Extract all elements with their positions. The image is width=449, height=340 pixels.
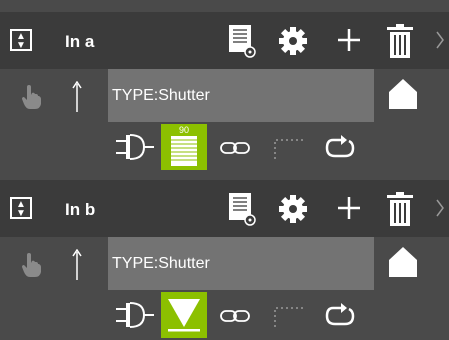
dashed-connector-icon[interactable]	[272, 302, 308, 328]
unit-action-row	[0, 292, 449, 340]
trash-icon[interactable]	[386, 192, 414, 226]
link-icon[interactable]	[220, 309, 250, 323]
touch-hand-icon[interactable]	[20, 84, 42, 110]
refresh-icon[interactable]	[325, 303, 355, 329]
home-icon[interactable]	[388, 246, 418, 278]
link-icon[interactable]	[220, 141, 250, 155]
dashed-connector-icon[interactable]	[272, 134, 308, 160]
arrow-up-icon[interactable]	[72, 81, 82, 113]
document-icon[interactable]	[228, 192, 256, 226]
updown-selector-icon[interactable]: ▲ ▼	[10, 197, 32, 219]
refresh-icon[interactable]	[325, 135, 355, 161]
position-value: 90	[178, 125, 189, 135]
unit-action-row: 90	[0, 124, 449, 170]
plus-icon[interactable]	[336, 27, 362, 53]
type-label: TYPE:Shutter	[108, 69, 374, 122]
unit-type-row: TYPE:Shutter	[0, 237, 449, 294]
shutter-tile[interactable]: 90	[161, 124, 207, 170]
shutter-closed-icon	[171, 136, 197, 166]
unit-a: ▲ ▼ In a TYPE:Shutter 90	[0, 0, 449, 170]
type-label: TYPE:Shutter	[108, 237, 374, 290]
unit-type-row: TYPE:Shutter	[0, 69, 449, 126]
updown-selector-icon[interactable]: ▲ ▼	[10, 29, 32, 51]
gear-icon[interactable]	[278, 26, 308, 56]
unit-header: ▲ ▼ In b	[0, 180, 449, 237]
actuator-icon[interactable]	[116, 301, 154, 329]
touch-hand-icon[interactable]	[20, 252, 42, 278]
chevron-right-icon[interactable]	[435, 30, 445, 50]
shutter-tile[interactable]	[161, 292, 207, 338]
arrow-up-icon[interactable]	[72, 249, 82, 281]
actuator-icon[interactable]	[116, 133, 154, 161]
unit-header: ▲ ▼ In a	[0, 12, 449, 69]
document-icon[interactable]	[228, 24, 256, 58]
unit-b: ▲ ▼ In b TYPE:Shutter	[0, 170, 449, 340]
trash-icon[interactable]	[386, 24, 414, 58]
unit-name: In a	[65, 32, 95, 51]
plus-icon[interactable]	[336, 195, 362, 221]
home-icon[interactable]	[388, 78, 418, 110]
shutter-down-arrow-icon	[168, 299, 200, 332]
chevron-right-icon[interactable]	[435, 198, 445, 218]
unit-name: In b	[65, 200, 96, 219]
gear-icon[interactable]	[278, 194, 308, 224]
